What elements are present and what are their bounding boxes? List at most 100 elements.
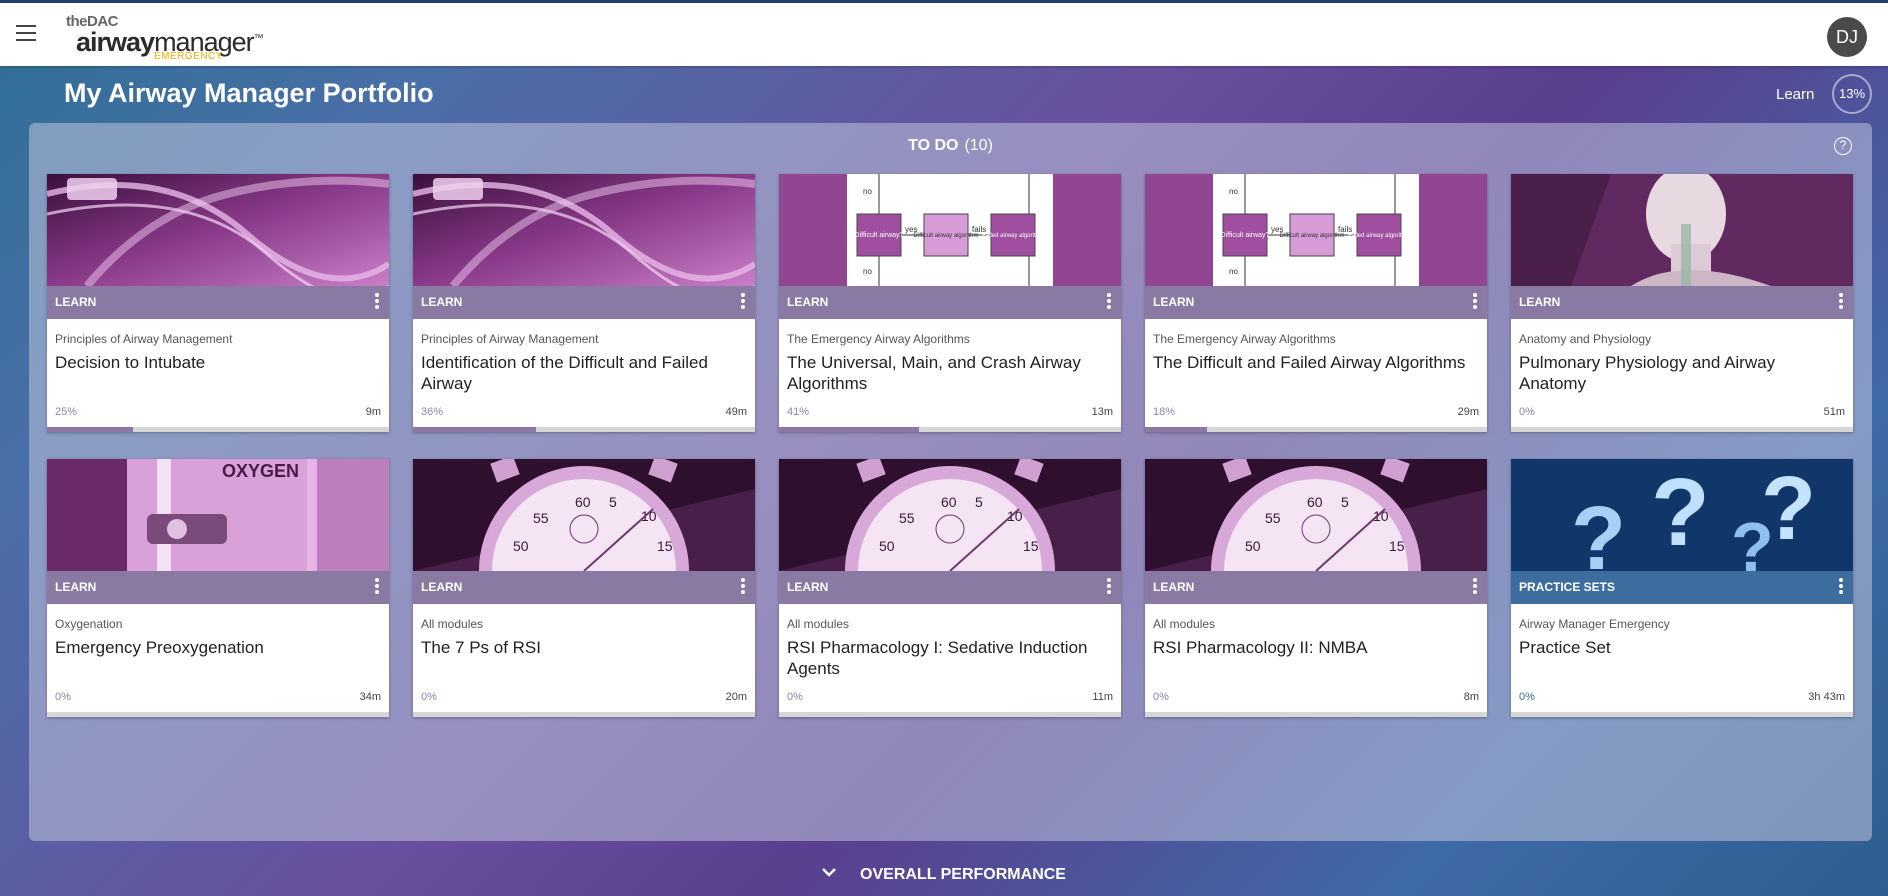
- card-title: Emergency Preoxygenation: [55, 638, 264, 657]
- svg-text:10: 10: [1007, 508, 1023, 524]
- card-title: The Universal, Main, and Crash Airway Al…: [787, 353, 1081, 393]
- svg-text:?: ?: [1761, 459, 1816, 559]
- card-type-label: LEARN: [787, 580, 829, 594]
- card-type-band: LEARN: [1145, 286, 1487, 319]
- card-type-label: LEARN: [1153, 580, 1195, 594]
- card-thumbnail: [47, 174, 389, 286]
- user-avatar[interactable]: DJ: [1827, 17, 1867, 57]
- card-progress-fill: [779, 427, 920, 432]
- todo-count: (10): [964, 137, 993, 154]
- svg-text:50: 50: [1245, 538, 1261, 554]
- chevron-down-icon[interactable]: [822, 864, 836, 882]
- card-progress-percent: 25%: [55, 406, 78, 418]
- module-card[interactable]: LEARN Principles of Airway Management Iden…: [413, 174, 755, 432]
- page-title: My Airway Manager Portfolio: [64, 78, 434, 108]
- svg-text:60: 60: [1307, 494, 1323, 510]
- svg-text:Difficult airway algorithm: Difficult airway algorithm: [914, 233, 979, 239]
- card-progress-percent: 0%: [1519, 691, 1535, 703]
- more-options-icon[interactable]: [740, 293, 746, 313]
- svg-text:15: 15: [1023, 538, 1039, 554]
- card-type-label: LEARN: [421, 295, 463, 309]
- card-title: Practice Set: [1519, 638, 1611, 657]
- card-type-band: LEARN: [47, 571, 389, 604]
- card-progress-bar: [779, 427, 1121, 432]
- card-type-band: PRACTICE SETS: [1511, 571, 1853, 604]
- card-type-band: LEARN: [413, 571, 755, 604]
- card-category: All modules: [1153, 617, 1216, 631]
- card-duration: 29m: [1457, 406, 1479, 418]
- card-duration: 20m: [725, 691, 747, 703]
- svg-text:10: 10: [1373, 508, 1389, 524]
- svg-text:no: no: [1229, 267, 1238, 276]
- card-progress-fill: [47, 427, 133, 432]
- svg-text:55: 55: [899, 510, 915, 526]
- card-progress-fill: [413, 427, 537, 432]
- overall-performance-label[interactable]: OVERALL PERFORMANCE: [860, 866, 1066, 883]
- more-options-icon[interactable]: [1106, 293, 1112, 313]
- svg-text:no: no: [1229, 187, 1238, 196]
- more-options-icon[interactable]: [374, 578, 380, 598]
- card-progress-bar: [1145, 712, 1487, 717]
- module-card[interactable]: OXYGEN LEARN Oxygenation Emergency Preoxyge…: [47, 459, 389, 717]
- card-type-label: LEARN: [55, 295, 97, 309]
- card-duration: 49m: [725, 406, 747, 418]
- card-type-band: LEARN: [413, 286, 755, 319]
- card-thumbnail: 60 5 10 55 50 15: [413, 459, 755, 571]
- card-type-label: LEARN: [1519, 295, 1561, 309]
- more-options-icon[interactable]: [374, 293, 380, 313]
- help-icon[interactable]: ?: [1834, 137, 1852, 155]
- module-card[interactable]: ???? PRACTICE SETS Airway Manager Emergenc…: [1511, 459, 1853, 717]
- card-duration: 11m: [1092, 691, 1113, 703]
- card-duration: 8m: [1463, 691, 1479, 703]
- svg-text:60: 60: [575, 494, 591, 510]
- card-type-band: LEARN: [779, 286, 1121, 319]
- svg-text:55: 55: [1265, 510, 1281, 526]
- card-thumbnail: no no yes fails Difficult airway? Difficult a…: [779, 174, 1121, 286]
- card-progress-bar: [413, 712, 755, 717]
- todo-header: TO DO (10): [29, 137, 1872, 155]
- more-options-icon[interactable]: [1106, 578, 1112, 598]
- svg-text:no: no: [863, 267, 872, 276]
- card-progress-percent: 36%: [421, 406, 444, 418]
- svg-text:?: ?: [1571, 489, 1626, 571]
- more-options-icon[interactable]: [1838, 578, 1844, 598]
- card-title: RSI Pharmacology I: Sedative Induction A…: [787, 638, 1088, 678]
- card-duration: 13m: [1091, 406, 1113, 418]
- svg-text:5: 5: [609, 494, 617, 510]
- module-card[interactable]: 60 5 10 55 50 15 LEARN All modules RSI Pharmacol…: [779, 459, 1121, 717]
- learn-progress-ring[interactable]: 13%: [1832, 74, 1872, 114]
- card-type-label: LEARN: [55, 580, 97, 594]
- svg-text:55: 55: [533, 510, 549, 526]
- card-type-label: LEARN: [787, 295, 829, 309]
- module-card[interactable]: 60 5 10 55 50 15 LEARN All modules RSI Pharmacol…: [1145, 459, 1487, 717]
- svg-text:10: 10: [641, 508, 657, 524]
- card-thumbnail: ????: [1511, 459, 1853, 571]
- airway-manager-logo[interactable]: theDAC airwaymanager™ EMERGENCY: [66, 11, 266, 63]
- card-progress-bar: [1511, 712, 1853, 717]
- svg-text:Failed airway algorithm: Failed airway algorithm: [982, 233, 1044, 239]
- card-category: Principles of Airway Management: [421, 332, 599, 346]
- svg-text:50: 50: [513, 538, 529, 554]
- module-card[interactable]: no no yes fails Difficult airway? Difficult a…: [779, 174, 1121, 432]
- card-category: Anatomy and Physiology: [1519, 332, 1652, 346]
- module-card[interactable]: 60 5 10 55 50 15 LEARN All modules The 7 Ps of R…: [413, 459, 755, 717]
- overall-performance-toggle[interactable]: OVERALL PERFORMANCE: [0, 866, 1888, 884]
- module-card[interactable]: LEARN Principles of Airway Management Deci…: [47, 174, 389, 432]
- card-title: RSI Pharmacology II: NMBA: [1153, 638, 1368, 657]
- card-type-band: LEARN: [779, 571, 1121, 604]
- more-options-icon[interactable]: [1472, 578, 1478, 598]
- more-options-icon[interactable]: [740, 578, 746, 598]
- hamburger-menu-icon[interactable]: [16, 25, 40, 45]
- svg-text:Failed airway algorithm: Failed airway algorithm: [1348, 233, 1410, 239]
- more-options-icon[interactable]: [1838, 293, 1844, 313]
- module-card[interactable]: no no yes fails Difficult airway? Difficult a…: [1145, 174, 1487, 432]
- card-progress-fill: [1145, 427, 1207, 432]
- card-type-label: PRACTICE SETS: [1519, 580, 1616, 594]
- svg-text:15: 15: [1389, 538, 1405, 554]
- more-options-icon[interactable]: [1472, 293, 1478, 313]
- card-progress-percent: 0%: [1153, 691, 1169, 703]
- module-card[interactable]: LEARN Anatomy and Physiology Pulmonary Phy…: [1511, 174, 1853, 432]
- card-duration: 51m: [1823, 406, 1845, 418]
- svg-text:no: no: [863, 187, 872, 196]
- card-progress-bar: [1511, 427, 1853, 432]
